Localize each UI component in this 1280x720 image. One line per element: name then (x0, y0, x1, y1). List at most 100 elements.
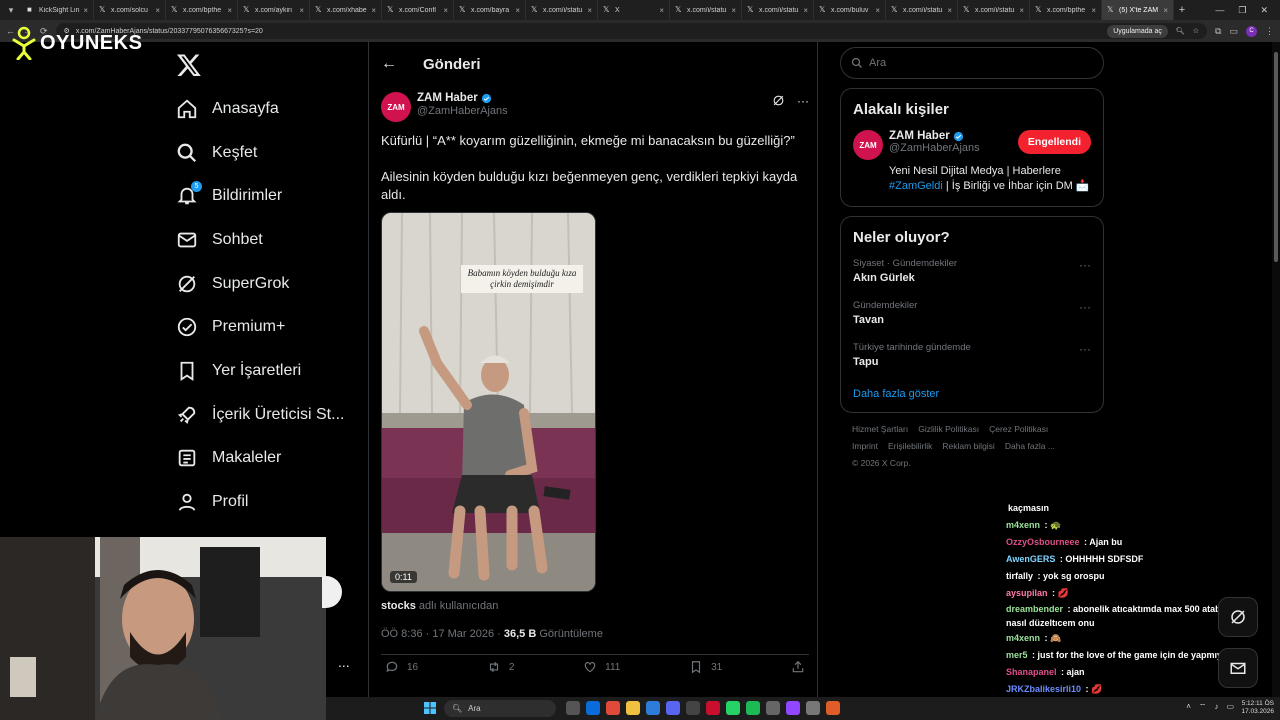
tab-close-icon[interactable]: × (731, 6, 736, 15)
extensions-icon[interactable]: ⧉ (1215, 26, 1221, 37)
nav-item-article[interactable]: Makaleler (176, 442, 281, 474)
chat-username[interactable]: m4xenn (1006, 633, 1040, 643)
chat-username[interactable]: tirfally (1006, 571, 1033, 581)
chat-username[interactable]: mer5 (1006, 650, 1028, 660)
profile-avatar[interactable]: C (1246, 25, 1257, 37)
related-person[interactable]: ZAM ZAM Haber @ZamHaberAjans Engellendi (853, 130, 1091, 160)
messages-float-button[interactable] (1218, 648, 1258, 688)
trend-item[interactable]: Türkiye tarihinde gündemde Tapu ··· (853, 342, 1091, 368)
zoom-icon[interactable]: 🔍︎ (1176, 27, 1185, 35)
tab-close-icon[interactable]: × (515, 6, 520, 15)
browser-tab[interactable]: 𝕏x.com/aykiri × (238, 0, 310, 20)
post-more-icon[interactable]: ··· (797, 94, 809, 110)
tab-close-icon[interactable]: × (371, 6, 376, 15)
taskbar-search[interactable]: 🔍︎ Ara (444, 700, 556, 717)
app-icon[interactable] (686, 701, 700, 715)
url-field[interactable]: ⚙ x.com/ZamHaberAjans/status/20337795076… (55, 23, 1208, 39)
browser-tab[interactable]: 𝕏x.com/buluv × (814, 0, 886, 20)
x-logo-icon[interactable] (176, 52, 202, 78)
tab-close-icon[interactable]: × (1019, 6, 1024, 15)
tab-close-icon[interactable]: × (443, 6, 448, 15)
footer-link[interactable]: Çerez Politikası (989, 424, 1048, 434)
windows-start-icon[interactable] (424, 702, 436, 714)
cast-icon[interactable]: ▭ (1229, 26, 1238, 37)
nav-item-search[interactable]: Keşfet (176, 137, 257, 169)
grok-icon[interactable] (772, 94, 785, 110)
tab-close-icon[interactable]: × (947, 6, 952, 15)
browser-tab[interactable]: 𝕏x.com/xhabe × (310, 0, 382, 20)
chat-username[interactable]: AwenGERS (1006, 554, 1055, 564)
bookmark-button[interactable]: 31 (689, 660, 722, 674)
nav-item-grok[interactable]: SuperGrok (176, 268, 289, 300)
new-tab-button[interactable]: + (1174, 4, 1190, 16)
blocked-button[interactable]: Engellendi (1017, 130, 1091, 154)
related-name[interactable]: ZAM Haber (889, 130, 950, 142)
tab-close-icon[interactable]: × (1091, 6, 1096, 15)
close-window-icon[interactable]: ✕ (1260, 5, 1268, 16)
nav-item-bookmark[interactable]: Yer İşaretleri (176, 355, 301, 387)
author-avatar[interactable]: ZAM (381, 92, 411, 122)
browser-tab[interactable]: 𝕏 X × (598, 0, 670, 20)
more-menu-icon[interactable]: ... (338, 654, 350, 670)
nav-item-verified[interactable]: Premium+ (176, 311, 285, 343)
app-icon[interactable] (806, 701, 820, 715)
chat-username[interactable]: Shanapanel (1006, 667, 1057, 677)
chat-username[interactable]: JRKZbalikesirli10 (1006, 684, 1081, 694)
reply-button[interactable]: 16 (385, 660, 418, 674)
chrome-icon[interactable] (606, 701, 620, 715)
nav-item-mail[interactable]: Sohbet (176, 224, 263, 256)
browser-tab[interactable]: 𝕏x.com/i/statu × (742, 0, 814, 20)
browser-tab[interactable]: 𝕏x.com/i/statu × (886, 0, 958, 20)
trend-more-icon[interactable]: ··· (1079, 300, 1091, 326)
browser-tab[interactable]: 𝕏x.com/bayra × (454, 0, 526, 20)
nav-item-person[interactable]: Profil (176, 486, 248, 518)
battery-icon[interactable]: ▭ (1226, 702, 1234, 712)
footer-link[interactable]: Hizmet Şartları (852, 424, 908, 434)
volume-icon[interactable]: ♪ (1214, 702, 1218, 712)
tab-menu-icon[interactable]: ▾ (0, 0, 22, 20)
footer-link[interactable]: Erişilebilirlik (888, 441, 932, 451)
browser-tab[interactable]: 𝕏x.com/solcu × (94, 0, 166, 20)
search-input[interactable]: Ara (840, 47, 1104, 79)
author-name-row[interactable]: ZAM Haber (417, 92, 772, 104)
grok-float-button[interactable] (1218, 597, 1258, 637)
nav-item-bell[interactable]: 5 Bildirimler (176, 180, 282, 212)
footer-link[interactable]: Imprint (852, 441, 878, 451)
like-button[interactable]: 111 (583, 660, 620, 674)
edge-icon[interactable] (586, 701, 600, 715)
tab-close-icon[interactable]: × (659, 6, 664, 15)
chat-username[interactable]: dreambender (1006, 604, 1063, 614)
tab-close-icon[interactable]: × (803, 6, 808, 15)
taskview-icon[interactable] (566, 701, 580, 715)
tray-chevron-icon[interactable]: ˄ (1186, 702, 1191, 712)
app-icon[interactable] (766, 701, 780, 715)
browser-tab[interactable]: 𝕏x.com/Confl × (382, 0, 454, 20)
author-name[interactable]: ZAM Haber (417, 92, 478, 104)
related-avatar[interactable]: ZAM (853, 130, 883, 160)
bio-hashtag[interactable]: #ZamGeldi (889, 180, 943, 192)
tab-close-icon[interactable]: × (83, 6, 88, 15)
spotify-icon[interactable] (746, 701, 760, 715)
app-icon[interactable] (646, 701, 660, 715)
open-in-app-pill[interactable]: Uygulamada aç (1107, 24, 1168, 38)
footer-link[interactable]: Reklam bilgisi (942, 441, 994, 451)
app-icon[interactable] (706, 701, 720, 715)
browser-tab[interactable]: 𝕏x.com/i/statu × (670, 0, 742, 20)
browser-menu-icon[interactable]: ⋮ (1265, 26, 1274, 37)
nav-item-home[interactable]: Anasayfa (176, 93, 279, 125)
tab-close-icon[interactable]: × (227, 6, 232, 15)
minimize-icon[interactable]: — (1215, 5, 1224, 16)
repost-button[interactable]: 2 (487, 660, 514, 674)
post-timestamp[interactable]: ÖÖ 8:36 · 17 Mar 2026 · (381, 628, 504, 640)
restore-icon[interactable]: ❐ (1238, 5, 1246, 16)
trend-item[interactable]: Siyaset · Gündemdekiler Akın Gürlek ··· (853, 258, 1091, 284)
chat-username[interactable]: m4xenn (1006, 520, 1040, 530)
browser-tab[interactable]: 𝕏x.com/i/statu × (526, 0, 598, 20)
footer-link[interactable]: Daha fazla ... (1005, 441, 1055, 451)
nav-item-rocket[interactable]: İçerik Üreticisi St... (176, 399, 344, 431)
browser-tab[interactable]: 𝕏x.com/i/statu × (958, 0, 1030, 20)
scrollbar-thumb[interactable] (1274, 52, 1278, 262)
discord-icon[interactable] (666, 701, 680, 715)
share-button[interactable] (791, 660, 805, 674)
browser-tab[interactable]: 𝕏 (5) X'te ZAM × (1102, 0, 1174, 20)
